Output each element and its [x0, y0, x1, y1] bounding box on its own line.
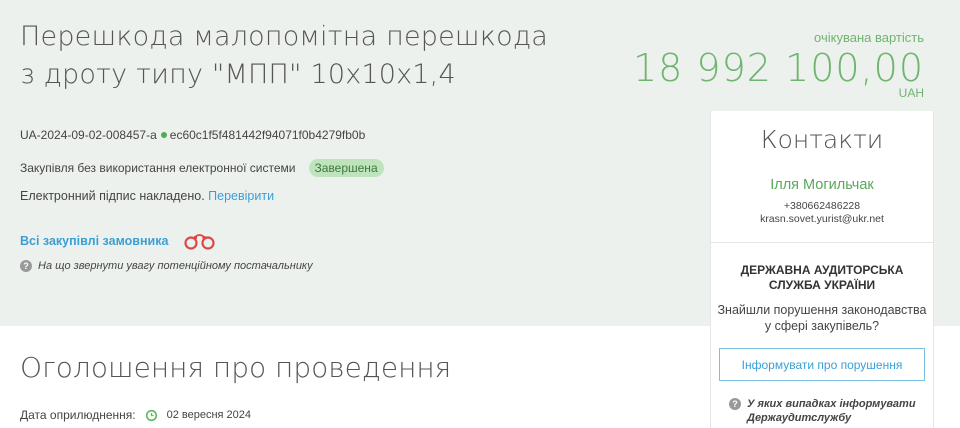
tender-hash: ec60c1f5f481442f94071f0b4279fb0b: [169, 128, 366, 142]
question-icon: ?: [20, 260, 32, 272]
report-violation-button[interactable]: Інформувати про порушення: [719, 348, 925, 381]
all-purchases-row: Всі закупівлі замовника: [20, 232, 218, 250]
handcuffs-icon[interactable]: [182, 232, 218, 250]
supplier-hint-text: На що звернути увагу потенційному постач…: [38, 260, 313, 272]
tender-title: Перешкода малопомітна перешкода з дроту …: [20, 18, 580, 94]
publication-date-label: Дата оприлюднення:: [20, 408, 136, 422]
contact-phone: +380662486228: [783, 200, 861, 212]
announcement-title: Оголошення про проведення: [20, 351, 452, 384]
contacts-panel: Контакти Ілля Могильчак +380662486228 kr…: [710, 111, 934, 428]
supplier-hint-row[interactable]: ? На що звернути увагу потенційному пост…: [20, 260, 313, 272]
tender-id: UA-2024-09-02-008457-a: [20, 128, 157, 142]
expected-price-label: очікувана вартість: [814, 30, 924, 45]
verify-signature-link[interactable]: Перевірити: [208, 189, 274, 203]
procedure-type: Закупівля без використання електронної с…: [20, 161, 296, 175]
audit-hint-text: У яких випадках інформувати Держаудитслу…: [747, 398, 916, 424]
all-purchases-link[interactable]: Всі закупівлі замовника: [20, 234, 168, 248]
status-badge: Завершена: [308, 159, 384, 177]
signature-row: Електронний підпис накладено. Перевірити: [20, 189, 274, 203]
price-currency: UAH: [898, 86, 924, 100]
tender-title-line-2: з дроту типу "МПП" 10х10х1,4: [20, 59, 456, 90]
publication-date-row: Дата оприлюднення: 02 вересня 2024: [20, 408, 251, 422]
audit-question-text: Знайшли порушення законодавства у сфері …: [717, 303, 927, 333]
audit-hint[interactable]: ? У яких випадках інформувати Держаудитс…: [729, 397, 929, 425]
procedure-row: Закупівля без використання електронної с…: [20, 159, 384, 177]
contacts-divider: [711, 242, 933, 243]
signature-text: Електронний підпис накладено.: [20, 189, 205, 203]
contact-name: Ілля Могильчак: [770, 177, 874, 193]
expected-price-value: 18 992 100,00: [632, 46, 924, 90]
publication-date-value: 02 вересня 2024: [166, 409, 252, 421]
tender-identifiers: UA-2024-09-02-008457-a ec60c1f5f481442f94…: [20, 128, 365, 142]
clock-icon: [145, 409, 157, 421]
contact-email: krasn.sovet.yurist@ukr.net: [760, 213, 884, 225]
contacts-title: Контакти: [760, 125, 884, 154]
question-icon: ?: [729, 398, 741, 410]
audit-service-title: ДЕРЖАВНА АУДИТОРСЬКА СЛУЖБА УКРАЇНИ: [740, 263, 904, 292]
tender-title-line-1: Перешкода малопомітна перешкода: [20, 21, 549, 52]
status-dot-icon: [160, 132, 167, 139]
